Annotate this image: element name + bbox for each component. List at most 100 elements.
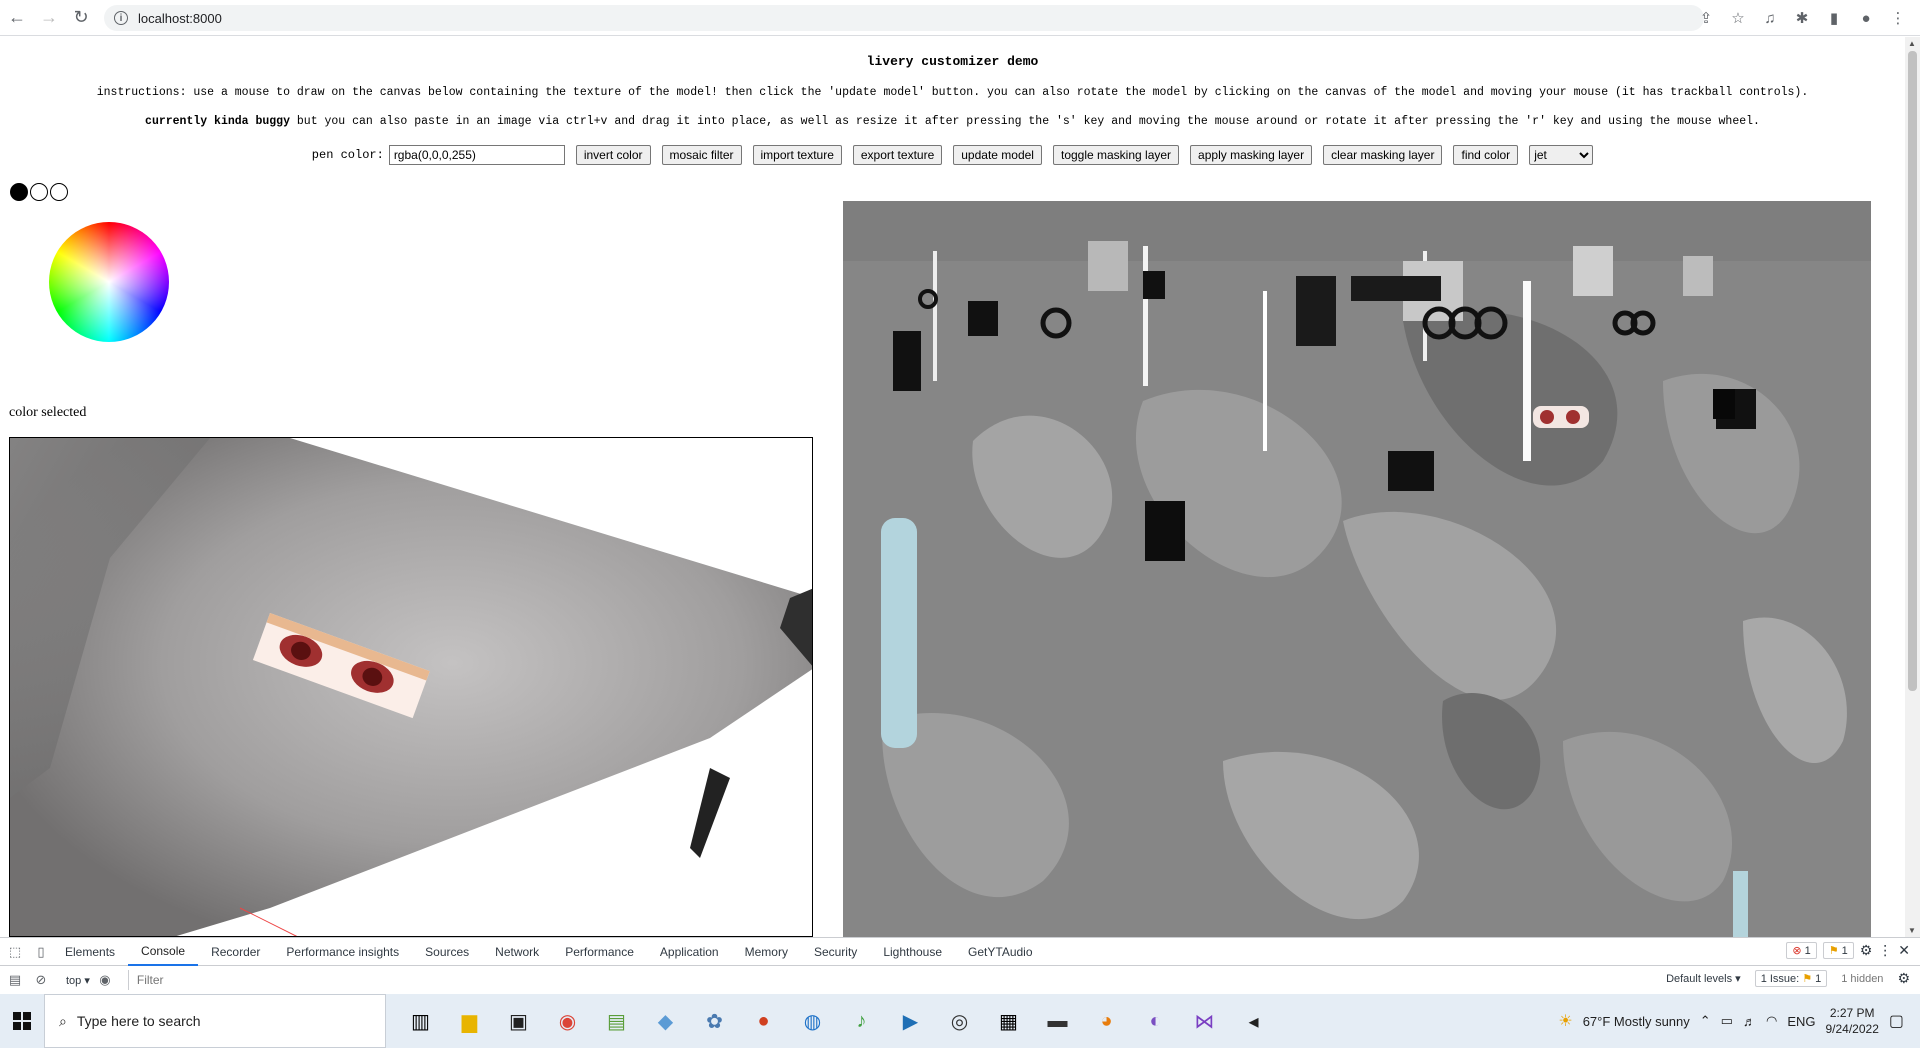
visual-studio-icon[interactable]: ⋈: [1180, 994, 1229, 1048]
tab-application[interactable]: Application: [647, 938, 732, 966]
clock[interactable]: 2:27 PM 9/24/2022: [1825, 1005, 1878, 1037]
instructions-rest: but you can also paste in an image via c…: [289, 115, 1760, 128]
model-canvas[interactable]: [9, 437, 813, 937]
brush-dot-empty[interactable]: [50, 183, 68, 201]
export-texture-button[interactable]: export texture: [852, 145, 943, 165]
blender-icon[interactable]: ◕: [1082, 994, 1131, 1048]
tab-memory[interactable]: Memory: [732, 938, 801, 966]
weather-icon[interactable]: ☀: [1558, 1011, 1572, 1031]
task-view-icon[interactable]: ▥: [396, 994, 445, 1048]
share-icon[interactable]: ⇪: [1694, 6, 1718, 30]
tab-performance-insights[interactable]: Performance insights: [273, 938, 412, 966]
device-toggle-icon[interactable]: ▯: [30, 941, 52, 963]
app-icon[interactable]: ◂: [1229, 994, 1278, 1048]
scroll-up-icon[interactable]: ▲: [1908, 39, 1916, 48]
import-texture-button[interactable]: import texture: [752, 145, 842, 165]
start-button[interactable]: [0, 994, 44, 1048]
obs-icon[interactable]: ◎: [935, 994, 984, 1048]
calculator-icon[interactable]: ▦: [984, 994, 1033, 1048]
scrollbar-thumb[interactable]: [1908, 51, 1917, 691]
devtools-tabbar: ⬚ ▯ Elements Console Recorder Performanc…: [0, 938, 1920, 966]
terminal-icon[interactable]: ▣: [494, 994, 543, 1048]
texture-canvas[interactable]: [843, 201, 1871, 937]
address-bar[interactable]: i localhost:8000: [104, 5, 1704, 31]
side-panel-icon[interactable]: ▮: [1822, 6, 1846, 30]
scroll-down-icon[interactable]: ▼: [1908, 926, 1916, 935]
clear-console-icon[interactable]: ⊘: [30, 969, 52, 991]
issue-flag-icon: ⚑: [1802, 973, 1813, 985]
console-settings-icon[interactable]: ⚙: [1897, 970, 1910, 987]
file-explorer-icon[interactable]: ▆: [445, 994, 494, 1048]
find-color-button[interactable]: find color: [1453, 145, 1519, 165]
viber-icon[interactable]: ◐: [1131, 994, 1180, 1048]
reload-icon[interactable]: ↻: [66, 3, 96, 33]
musescore-icon[interactable]: ◍: [788, 994, 837, 1048]
app-icon[interactable]: ▶: [886, 994, 935, 1048]
warning-count-badge[interactable]: ⚑ 1: [1822, 942, 1854, 959]
toggle-masking-layer-button[interactable]: toggle masking layer: [1052, 145, 1180, 165]
console-filter-input[interactable]: [127, 970, 1588, 990]
mosaic-filter-button[interactable]: mosaic filter: [661, 145, 742, 165]
app-icon[interactable]: ♪: [837, 994, 886, 1048]
brush-dot-filled[interactable]: [10, 183, 28, 201]
tab-sources[interactable]: Sources: [412, 938, 482, 966]
notifications-icon[interactable]: ▢: [1889, 1011, 1904, 1031]
network-icon[interactable]: ▭: [1721, 1013, 1733, 1029]
error-icon: ⊗: [1792, 945, 1802, 957]
inspect-icon[interactable]: ⬚: [4, 941, 26, 963]
close-devtools-icon[interactable]: ✕: [1898, 942, 1910, 959]
page-title: livery customizer demo: [866, 54, 1039, 69]
media-icon[interactable]: ♫: [1758, 6, 1782, 30]
tab-elements[interactable]: Elements: [52, 938, 128, 966]
app-icon[interactable]: ▬: [1033, 994, 1082, 1048]
apply-masking-layer-button[interactable]: apply masking layer: [1190, 145, 1313, 165]
tab-console[interactable]: Console: [128, 938, 199, 966]
clear-masking-layer-button[interactable]: clear masking layer: [1323, 145, 1443, 165]
chrome-icon[interactable]: ◉: [543, 994, 592, 1048]
extensions-icon[interactable]: ✱: [1790, 6, 1814, 30]
page-scrollbar[interactable]: ▲ ▼: [1905, 37, 1920, 937]
menu-dots-icon[interactable]: ⋮: [1886, 6, 1910, 30]
volume-icon[interactable]: ♬: [1743, 1014, 1756, 1029]
context-selector[interactable]: top ▾: [66, 974, 90, 987]
tab-getytaudio[interactable]: GetYTAudio: [955, 938, 1045, 966]
colormap-select[interactable]: jet: [1529, 145, 1594, 165]
bookmark-star-icon[interactable]: ☆: [1726, 6, 1750, 30]
log-levels-dropdown[interactable]: Default levels ▾: [1666, 972, 1741, 985]
info-icon[interactable]: i: [114, 11, 128, 25]
brush-dot-empty[interactable]: [30, 183, 48, 201]
forward-icon[interactable]: →: [34, 3, 64, 33]
warning-icon: ⚑: [1828, 945, 1839, 957]
profile-avatar-icon[interactable]: ●: [1854, 6, 1878, 30]
invert-color-button[interactable]: invert color: [575, 145, 651, 165]
tab-recorder[interactable]: Recorder: [198, 938, 273, 966]
issues-badge[interactable]: 1 Issue: ⚑ 1: [1754, 970, 1828, 987]
tab-security[interactable]: Security: [801, 938, 870, 966]
weather-text[interactable]: 67°F Mostly sunny: [1583, 1014, 1690, 1029]
url-text: localhost:8000: [138, 10, 222, 26]
instructions-line-2: currently kinda buggy but you can also p…: [0, 115, 1905, 128]
eye-icon[interactable]: ◉: [94, 969, 116, 991]
taskbar-search[interactable]: ⌕ Type here to search: [44, 994, 386, 1048]
tab-network[interactable]: Network: [482, 938, 552, 966]
clock-date: 9/24/2022: [1825, 1022, 1879, 1036]
app-icon[interactable]: ◆: [641, 994, 690, 1048]
wifi-icon[interactable]: ◠: [1766, 1013, 1777, 1029]
app-icon[interactable]: ●: [739, 994, 788, 1048]
devtools-menu-icon[interactable]: ⋮: [1878, 942, 1892, 959]
pen-color-input[interactable]: [388, 145, 565, 165]
settings-gear-icon[interactable]: ⚙: [1860, 942, 1873, 959]
error-count-badge[interactable]: ⊗ 1: [1786, 942, 1817, 959]
color-wheel[interactable]: [49, 222, 169, 342]
color-selected-label: color selected: [9, 405, 87, 420]
notepad-plus-icon[interactable]: ▤: [592, 994, 641, 1048]
system-tray: ☀ 67°F Mostly sunny ⌃ ▭ ♬ ◠ ENG 2:27 PM …: [1558, 994, 1920, 1048]
app-icon[interactable]: ✿: [690, 994, 739, 1048]
language-indicator[interactable]: ENG: [1787, 1014, 1815, 1029]
update-model-button[interactable]: update model: [953, 145, 1042, 165]
sidebar-toggle-icon[interactable]: ▤: [4, 969, 26, 991]
tab-lighthouse[interactable]: Lighthouse: [870, 938, 955, 966]
tab-performance[interactable]: Performance: [552, 938, 647, 966]
back-icon[interactable]: ←: [2, 3, 32, 33]
tray-chevron-icon[interactable]: ⌃: [1700, 1013, 1711, 1029]
